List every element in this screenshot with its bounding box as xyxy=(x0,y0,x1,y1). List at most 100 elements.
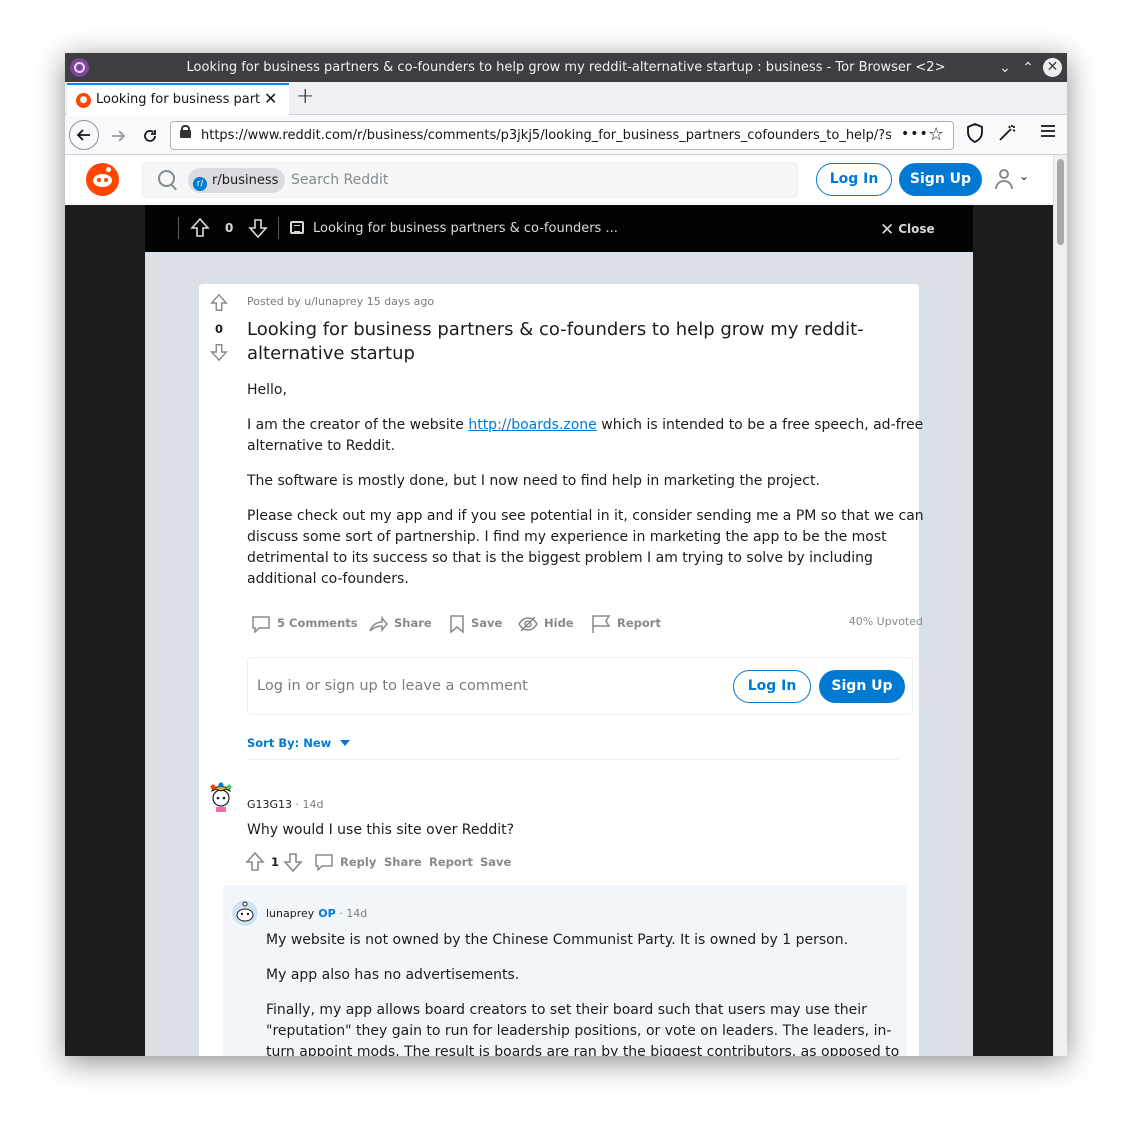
op-badge: OP xyxy=(318,907,336,920)
comment-author[interactable]: lunaprey xyxy=(266,907,314,920)
modal-top-bar: 0 Looking for business partners & co-fou… xyxy=(145,205,973,252)
divider xyxy=(247,759,899,760)
comment-text: My website is not owned by the Chinese C… xyxy=(266,930,902,1056)
comment-login-button[interactable]: Log In xyxy=(733,670,811,703)
comment-prompt-box: Log in or sign up to leave a comment Log… xyxy=(247,657,913,715)
subreddit-icon: r/ xyxy=(193,177,207,191)
avatar[interactable] xyxy=(205,781,237,813)
post-actions: 5 Comments Share Save Hide Report 40% Up… xyxy=(247,612,927,634)
page-actions-more-icon[interactable]: ••• xyxy=(901,126,929,142)
share-icon xyxy=(369,615,388,632)
modal-close-label: Close xyxy=(898,222,935,236)
lock-icon xyxy=(180,125,191,139)
browser-window: Looking for business partners & co-found… xyxy=(65,53,1067,1056)
comment-paragraph: My website is not owned by the Chinese C… xyxy=(266,932,849,948)
search-bar[interactable]: r/r/business Search Reddit xyxy=(142,162,798,198)
post-paragraph: I am the creator of the website http://b… xyxy=(247,417,924,454)
comment-upvote-icon[interactable] xyxy=(245,851,265,873)
upvote-ratio: 40% Upvoted xyxy=(848,615,923,628)
snoo-avatar-icon xyxy=(232,900,258,926)
share-button[interactable]: Share xyxy=(368,612,432,634)
subreddit-chip[interactable]: r/r/business xyxy=(188,168,286,193)
snoo-avatar-icon xyxy=(210,782,232,812)
comment-text: Why would I use this site over Reddit? xyxy=(247,822,515,838)
tab-label: Looking for business partners & co-found… xyxy=(96,92,260,107)
comment-icon xyxy=(315,854,333,871)
post-title: Looking for business partners & co-found… xyxy=(247,319,864,364)
search-icon xyxy=(158,170,176,188)
shield-icon[interactable] xyxy=(966,123,984,148)
hide-button[interactable]: Hide xyxy=(518,612,574,634)
reload-button[interactable] xyxy=(136,122,164,150)
address-bar[interactable]: https://www.reddit.com/r/business/commen… xyxy=(170,121,954,150)
upvote-arrow-icon[interactable] xyxy=(190,217,210,239)
close-window-button[interactable]: ✕ xyxy=(1043,58,1062,77)
reddit-header: r/r/business Search Reddit Log In Sign U… xyxy=(65,155,1053,204)
url-text[interactable]: https://www.reddit.com/r/business/commen… xyxy=(201,128,891,143)
reply-comment: lunaprey OP · 14d My website is not owned… xyxy=(223,885,907,1056)
save-button[interactable]: Save xyxy=(449,612,502,634)
comments-button[interactable]: 5 Comments xyxy=(251,612,358,634)
back-arrow-icon xyxy=(76,129,90,141)
title-bar: Looking for business partners & co-found… xyxy=(65,53,1067,82)
post-card: 0 Posted by u/lunaprey 15 days ago Looki… xyxy=(199,284,924,1056)
minimize-button[interactable]: ⌄ xyxy=(995,58,1015,78)
bookmark-star-icon[interactable]: ☆ xyxy=(928,124,944,145)
post-downvote-icon[interactable] xyxy=(209,342,229,362)
caret-down-icon xyxy=(340,740,351,746)
comment-author[interactable]: G13G13 xyxy=(247,798,292,811)
external-link[interactable]: http://boards.zone xyxy=(468,417,596,433)
vertical-scrollbar[interactable] xyxy=(1053,155,1067,1056)
post-upvote-icon[interactable] xyxy=(209,293,229,313)
modal-close-button[interactable]: ✕ Close xyxy=(880,220,935,240)
avatar[interactable] xyxy=(231,899,259,927)
modal-post-title: Looking for business partners & co-found… xyxy=(313,221,618,236)
divider xyxy=(178,217,179,239)
hamburger-menu-icon[interactable] xyxy=(1040,123,1056,144)
navigation-bar: https://www.reddit.com/r/business/commen… xyxy=(65,116,1067,155)
divider xyxy=(278,217,279,239)
comment-share-button[interactable]: Share xyxy=(384,855,422,869)
tab-bar: ● Looking for business partners & co-fou… xyxy=(65,82,1067,115)
header-signup-button[interactable]: Sign Up xyxy=(899,163,982,196)
reddit-logo-icon[interactable] xyxy=(86,163,119,196)
post-body: Hello, I am the creator of the website h… xyxy=(247,380,927,604)
reload-icon xyxy=(144,130,156,142)
user-menu-button[interactable]: ⌄ xyxy=(995,169,1033,191)
comment-report-button[interactable]: Report xyxy=(429,855,473,869)
comment-save-button[interactable]: Save xyxy=(480,855,511,869)
comment-icon xyxy=(252,615,270,633)
tab-active[interactable]: ● Looking for business partners & co-fou… xyxy=(67,83,289,115)
page-content: r/r/business Search Reddit Log In Sign U… xyxy=(65,155,1053,1056)
comment-paragraph: My app also has no advertisements. xyxy=(266,967,520,983)
comment-downvote-icon[interactable] xyxy=(283,851,303,873)
flag-icon xyxy=(592,614,611,633)
post-paragraph: Hello, xyxy=(247,382,287,398)
tab-close-icon[interactable]: ✕ xyxy=(264,89,277,108)
header-login-button[interactable]: Log In xyxy=(816,163,892,196)
subreddit-chip-label: r/business xyxy=(212,173,279,188)
security-level-icon[interactable] xyxy=(997,123,1017,148)
comment-time[interactable]: 14d xyxy=(303,798,324,811)
back-button[interactable] xyxy=(69,120,99,150)
comment-meta: G13G13 · 14d xyxy=(247,798,324,811)
report-button[interactable]: Report xyxy=(591,612,661,634)
post-meta[interactable]: Posted by u/lunaprey 15 days ago xyxy=(247,295,434,308)
new-tab-button[interactable]: + xyxy=(296,84,314,109)
comment-signup-button[interactable]: Sign Up xyxy=(819,670,905,703)
reply-button[interactable]: Reply xyxy=(340,855,376,869)
chevron-down-icon: ⌄ xyxy=(1019,169,1030,183)
search-input[interactable]: Search Reddit xyxy=(291,172,388,188)
hide-eye-icon xyxy=(518,615,538,632)
comment-paragraph: Finally, my app allows board creators to… xyxy=(266,1002,900,1056)
post-vote-count: 0 xyxy=(214,322,223,336)
forward-button[interactable] xyxy=(104,122,132,150)
sort-dropdown[interactable]: Sort By: New xyxy=(247,736,351,750)
close-icon: ✕ xyxy=(880,220,895,240)
scrollbar-thumb[interactable] xyxy=(1057,159,1064,245)
maximize-button[interactable]: ⌃ xyxy=(1018,58,1038,78)
modal-vote-count: 0 xyxy=(225,221,234,235)
downvote-arrow-icon[interactable] xyxy=(248,217,268,239)
comment-time[interactable]: 14d xyxy=(346,907,367,920)
reddit-favicon-icon: ● xyxy=(76,93,91,108)
